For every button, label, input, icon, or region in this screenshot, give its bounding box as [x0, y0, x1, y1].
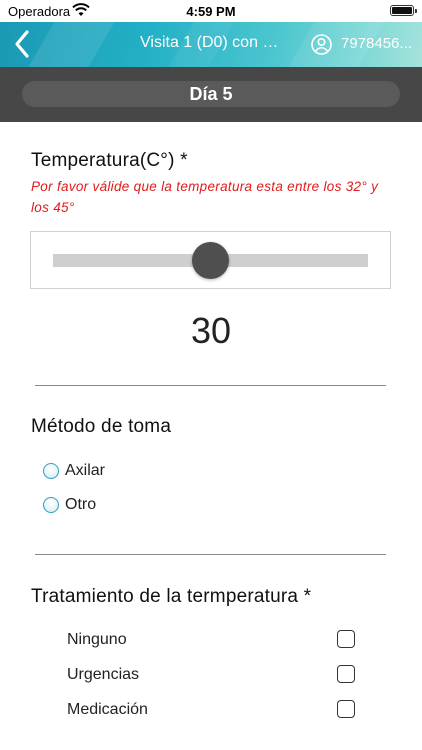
treatment-title: Tratamiento de la termperatura * [31, 586, 312, 607]
checkbox-label[interactable]: Medicación [67, 701, 148, 719]
checkbox-label[interactable]: Urgencias [67, 666, 139, 684]
checkbox[interactable] [337, 700, 355, 718]
checkbox-option-medicacion[interactable]: Medicación [67, 699, 357, 721]
radio-label[interactable]: Axilar [65, 462, 105, 480]
user-id[interactable]: 7978456... [341, 35, 417, 52]
radio-option-axilar[interactable]: Axilar [43, 460, 105, 482]
checkbox-option-urgencias[interactable]: Urgencias [67, 664, 357, 686]
divider [35, 385, 386, 386]
radio-button[interactable] [43, 463, 59, 479]
user-circle-icon[interactable] [311, 34, 332, 55]
radio-option-otro[interactable]: Otro [43, 494, 96, 516]
temperature-slider[interactable] [30, 231, 391, 289]
nav-title: Visita 1 (D0) con … [140, 34, 279, 51]
temperature-warning: Por favor válide que la temperatura esta… [31, 179, 379, 215]
checkbox[interactable] [337, 665, 355, 683]
day-header: Día 5 [0, 67, 422, 122]
temperature-value: 30 [190, 310, 232, 351]
status-time: 4:59 PM [186, 4, 236, 19]
checkbox-option-ninguno[interactable]: Ninguno [67, 629, 357, 651]
status-bar: Operadora 4:59 PM [0, 0, 422, 22]
checkbox-label[interactable]: Ninguno [67, 631, 127, 649]
nav-bar: Visita 1 (D0) con … 7978456... [0, 22, 422, 67]
temperature-title: Temperatura(C°) * [31, 150, 188, 171]
radio-label[interactable]: Otro [65, 496, 96, 514]
chevron-left-icon[interactable] [10, 28, 34, 60]
radio-button[interactable] [43, 497, 59, 513]
divider [35, 554, 386, 555]
method-title: Método de toma [31, 416, 172, 437]
slider-thumb[interactable] [192, 242, 229, 279]
battery-icon [390, 5, 417, 16]
day-label: Día 5 [22, 81, 400, 107]
checkbox[interactable] [337, 630, 355, 648]
